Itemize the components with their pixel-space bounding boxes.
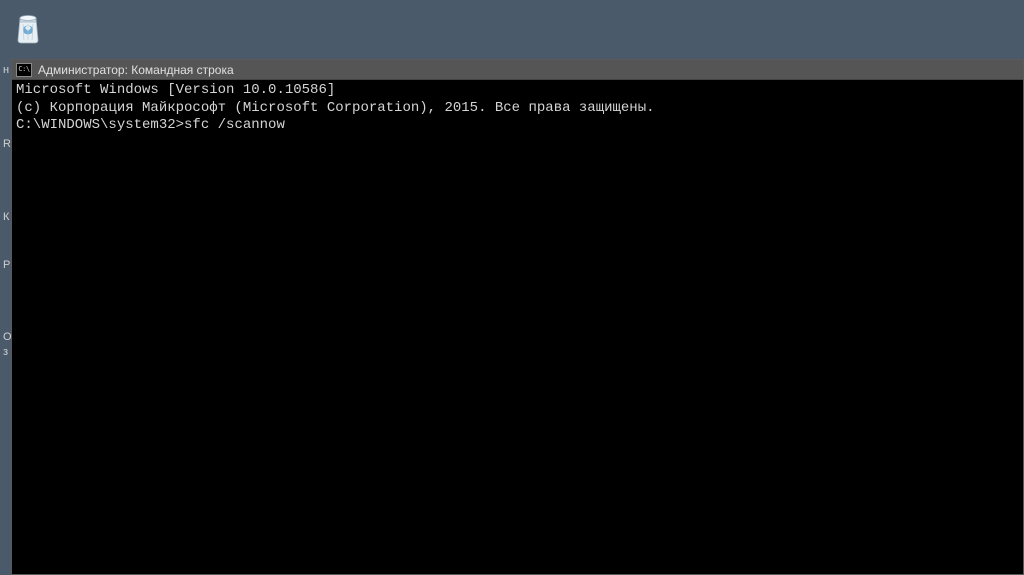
titlebar[interactable]: C:\ Администратор: Командная строка [12,60,1023,80]
desktop-bg-text: н [3,63,9,77]
terminal-prompt: C:\WINDOWS\system32> [16,117,184,133]
terminal-line: Microsoft Windows [Version 10.0.10586] [16,82,1019,100]
desktop-bg-text: R [3,137,11,151]
command-prompt-window[interactable]: C:\ Администратор: Командная строка Micr… [11,59,1024,575]
desktop[interactable]: н R К P O з C:\ Администратор: Командная… [0,0,1024,575]
recycle-bin-icon[interactable] [8,8,48,48]
terminal-prompt-line: C:\WINDOWS\system32>sfc /scannow [16,117,1019,135]
desktop-bg-text: з [3,345,8,359]
terminal-line: (c) Корпорация Майкрософт (Microsoft Cor… [16,100,1019,118]
cmd-icon: C:\ [16,63,32,77]
desktop-bg-text: P [3,258,10,272]
desktop-bg-text: К [3,210,9,224]
window-title: Администратор: Командная строка [38,63,234,77]
terminal-command: sfc /scannow [184,117,285,133]
terminal-output[interactable]: Microsoft Windows [Version 10.0.10586] (… [12,80,1023,574]
